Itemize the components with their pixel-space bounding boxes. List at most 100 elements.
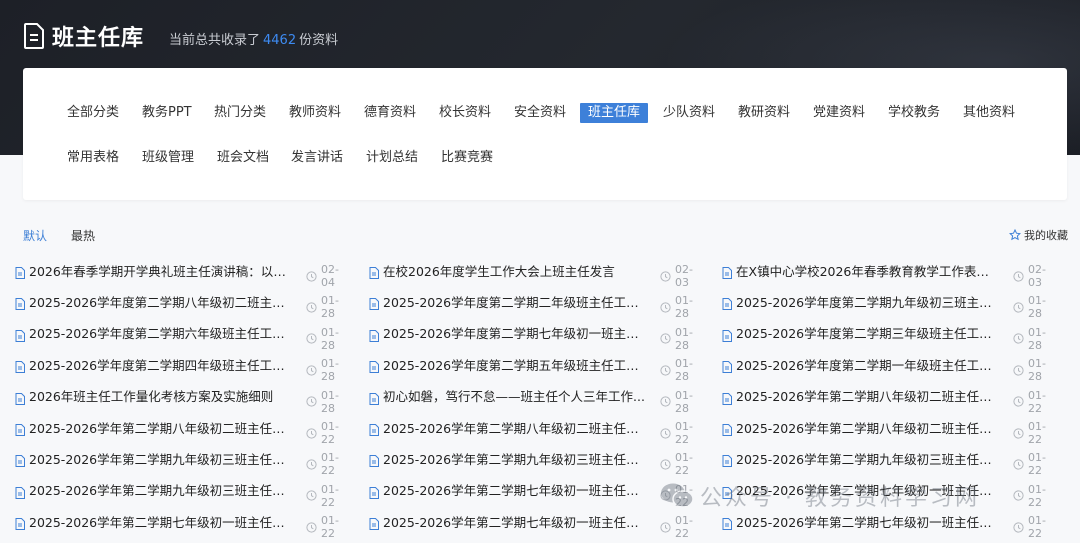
clock-icon	[306, 270, 321, 282]
category-research[interactable]: 教研资料	[730, 103, 798, 123]
list-item[interactable]: 2026年春季学期开学典礼班主任演讲稿：以春... 02-04	[15, 260, 339, 289]
list-item[interactable]: 2025-2026学年度第二学期五年级班主任工作... 01-28	[369, 354, 693, 383]
list-item-date: 01-22	[660, 420, 693, 446]
category-forms[interactable]: 常用表格	[59, 148, 127, 168]
list-item[interactable]: 2025-2026学年度第二学期二年级班主任工作... 01-28	[369, 291, 693, 320]
clock-icon	[660, 459, 675, 470]
list-item[interactable]: 2025-2026学年度第二学期九年级初三班主任... 01-28	[722, 291, 1046, 320]
category-moral[interactable]: 德育资料	[356, 103, 424, 123]
list-item[interactable]: 2025-2026学年第二学期七年级初一班主任工... 01-22	[15, 511, 339, 540]
category-other[interactable]: 其他资料	[955, 103, 1023, 123]
category-plans[interactable]: 计划总结	[358, 148, 426, 168]
category-teacher[interactable]: 教师资料	[281, 103, 349, 123]
list-item-date: 01-22	[306, 420, 339, 446]
list-item[interactable]: 2025-2026学年第二学期七年级初一班主任工... 01-22	[369, 511, 693, 540]
file-icon	[15, 484, 25, 499]
list-item-title: 2025-2026学年度第二学期五年级班主任工作...	[383, 357, 645, 373]
list-item[interactable]: 2025-2026学年第二学期九年级初三班主任工... 01-22	[369, 448, 693, 477]
my-favorites-link[interactable]: 我的收藏	[1009, 227, 1068, 243]
page-title: 班主任库	[52, 26, 145, 51]
file-icon	[722, 452, 732, 468]
list-item[interactable]: 2025-2026学年度第二学期七年级初一班主任... 01-28	[369, 323, 693, 352]
clock-icon	[1013, 427, 1028, 439]
file-icon	[369, 421, 379, 436]
category-safety[interactable]: 安全资料	[506, 103, 574, 123]
list-item-title: 2025-2026学年第二学期九年级初三班主任工...	[29, 451, 291, 467]
date-text: 01-28	[1028, 294, 1046, 321]
category-party[interactable]: 党建资料	[805, 103, 873, 123]
file-icon	[15, 390, 25, 405]
clock-icon	[660, 270, 675, 282]
list-item[interactable]: 2025-2026学年第二学期九年级初三班主任工... 01-22	[15, 480, 339, 509]
list-item[interactable]: 在校2026年度学生工作大会上班主任发言 02-03	[369, 260, 693, 289]
list-item-title: 2025-2026学年度第二学期七年级初一班主任...	[383, 326, 645, 342]
category-class-management[interactable]: 班级管理	[134, 148, 202, 168]
list-item-date: 01-28	[1013, 326, 1046, 352]
category-panel: 全部分类 教务PPT 热门分类 教师资料 德育资料 校长资料 安全资料 班主任库…	[23, 68, 1067, 200]
clock-icon	[306, 427, 321, 439]
category-head-teacher[interactable]: 班主任库	[580, 103, 649, 123]
list-item-title: 初心如磐，笃行不怠——班主任个人三年工作...	[383, 389, 645, 405]
list-item[interactable]: 2025-2026学年第二学期八年级初二班主任工... 01-22	[722, 386, 1046, 415]
list-item[interactable]: 2025-2026学年度第二学期一年级班主任工作... 01-28	[722, 354, 1046, 383]
file-icon	[15, 295, 25, 311]
list-item[interactable]: 2025-2026学年第二学期七年级初一班主任工... 01-22	[722, 511, 1046, 540]
list-item-date: 01-22	[660, 451, 693, 477]
list-item-title: 2025-2026学年度第二学期八年级初二班主任...	[29, 294, 291, 310]
list-item-title: 2025-2026学年第二学期九年级初三班主任工...	[736, 451, 998, 467]
list-item-title: 2025-2026学年第二学期八年级初二班主任工...	[736, 389, 998, 405]
clock-icon	[306, 365, 321, 376]
file-icon	[722, 484, 732, 499]
category-pioneers[interactable]: 少队资料	[655, 103, 723, 123]
file-icon	[369, 515, 379, 531]
list-item[interactable]: 2025-2026学年第二学期七年级初一班主任工... 01-22	[722, 480, 1046, 509]
list-item-date: 01-22	[306, 514, 339, 540]
list-item[interactable]: 2026年班主任工作量化考核方案及实施细则 01-28	[15, 386, 339, 415]
list-item-title: 2025-2026学年度第二学期九年级初三班主任...	[736, 294, 998, 310]
list-item-title: 2025-2026学年第二学期七年级初一班主任工...	[736, 514, 998, 530]
clock-icon	[660, 365, 675, 376]
date-text: 01-22	[1028, 482, 1046, 509]
category-ppt[interactable]: 教务PPT	[134, 103, 200, 123]
list-item-date: 01-22	[1013, 451, 1046, 477]
file-icon	[15, 327, 25, 342]
list-item[interactable]: 2025-2026学年度第二学期三年级班主任工作... 01-28	[722, 323, 1046, 352]
date-text: 01-28	[675, 325, 693, 352]
date-text: 01-28	[675, 294, 693, 321]
file-icon	[369, 327, 379, 342]
list-item[interactable]: 初心如磐，笃行不怠——班主任个人三年工作... 01-28	[369, 386, 693, 415]
category-contests[interactable]: 比赛竞赛	[433, 148, 501, 168]
file-icon	[722, 390, 732, 405]
list-item[interactable]: 2025-2026学年第二学期八年级初二班主任工... 01-22	[722, 417, 1046, 446]
list-item-title: 2025-2026学年第二学期七年级初一班主任工...	[383, 514, 645, 530]
list-item[interactable]: 2025-2026学年度第二学期六年级班主任工作... 01-28	[15, 323, 339, 352]
tab-popular[interactable]: 最热	[71, 227, 95, 244]
category-principal[interactable]: 校长资料	[431, 103, 499, 123]
date-text: 02-03	[1028, 263, 1046, 289]
list-item[interactable]: 2025-2026学年度第二学期八年级初二班主任... 01-28	[15, 291, 339, 320]
list-item[interactable]: 在X镇中心学校2026年春季教育教学工作表彰... 02-03	[722, 260, 1046, 289]
collection-count: 当前总共收录了 4462 份资料	[169, 29, 338, 48]
list-item[interactable]: 2025-2026学年第二学期八年级初二班主任工... 01-22	[15, 417, 339, 446]
category-speeches[interactable]: 发言讲话	[283, 148, 351, 168]
tab-default[interactable]: 默认	[23, 227, 47, 244]
list-item[interactable]: 2025-2026学年度第二学期四年级班主任工作... 01-28	[15, 354, 339, 383]
list-item-date: 01-22	[306, 451, 339, 477]
category-class-meeting[interactable]: 班会文档	[209, 148, 277, 168]
list-item[interactable]: 2025-2026学年第二学期九年级初三班主任工... 01-22	[722, 448, 1046, 477]
list-item-title: 2025-2026学年第二学期七年级初一班主任工...	[29, 514, 291, 530]
list-item[interactable]: 2025-2026学年第二学期八年级初二班主任工... 01-22	[369, 417, 693, 446]
list-item-title: 2025-2026学年第二学期八年级初二班主任工...	[736, 420, 998, 436]
category-school-affairs[interactable]: 学校教务	[880, 103, 948, 123]
file-icon	[369, 264, 379, 279]
category-all[interactable]: 全部分类	[59, 103, 127, 123]
list-item[interactable]: 2025-2026学年第二学期九年级初三班主任工... 01-22	[15, 448, 339, 477]
category-hot[interactable]: 热门分类	[206, 103, 274, 123]
file-icon	[369, 452, 379, 468]
date-text: 01-28	[1028, 357, 1046, 384]
list-item-title: 在X镇中心学校2026年春季教育教学工作表彰...	[736, 263, 998, 279]
brand: 班主任库	[24, 20, 144, 52]
date-text: 01-28	[1028, 325, 1046, 352]
count-suffix: 份资料	[299, 33, 339, 48]
list-item[interactable]: 2025-2026学年第二学期七年级初一班主任带... 01-22	[369, 480, 693, 509]
